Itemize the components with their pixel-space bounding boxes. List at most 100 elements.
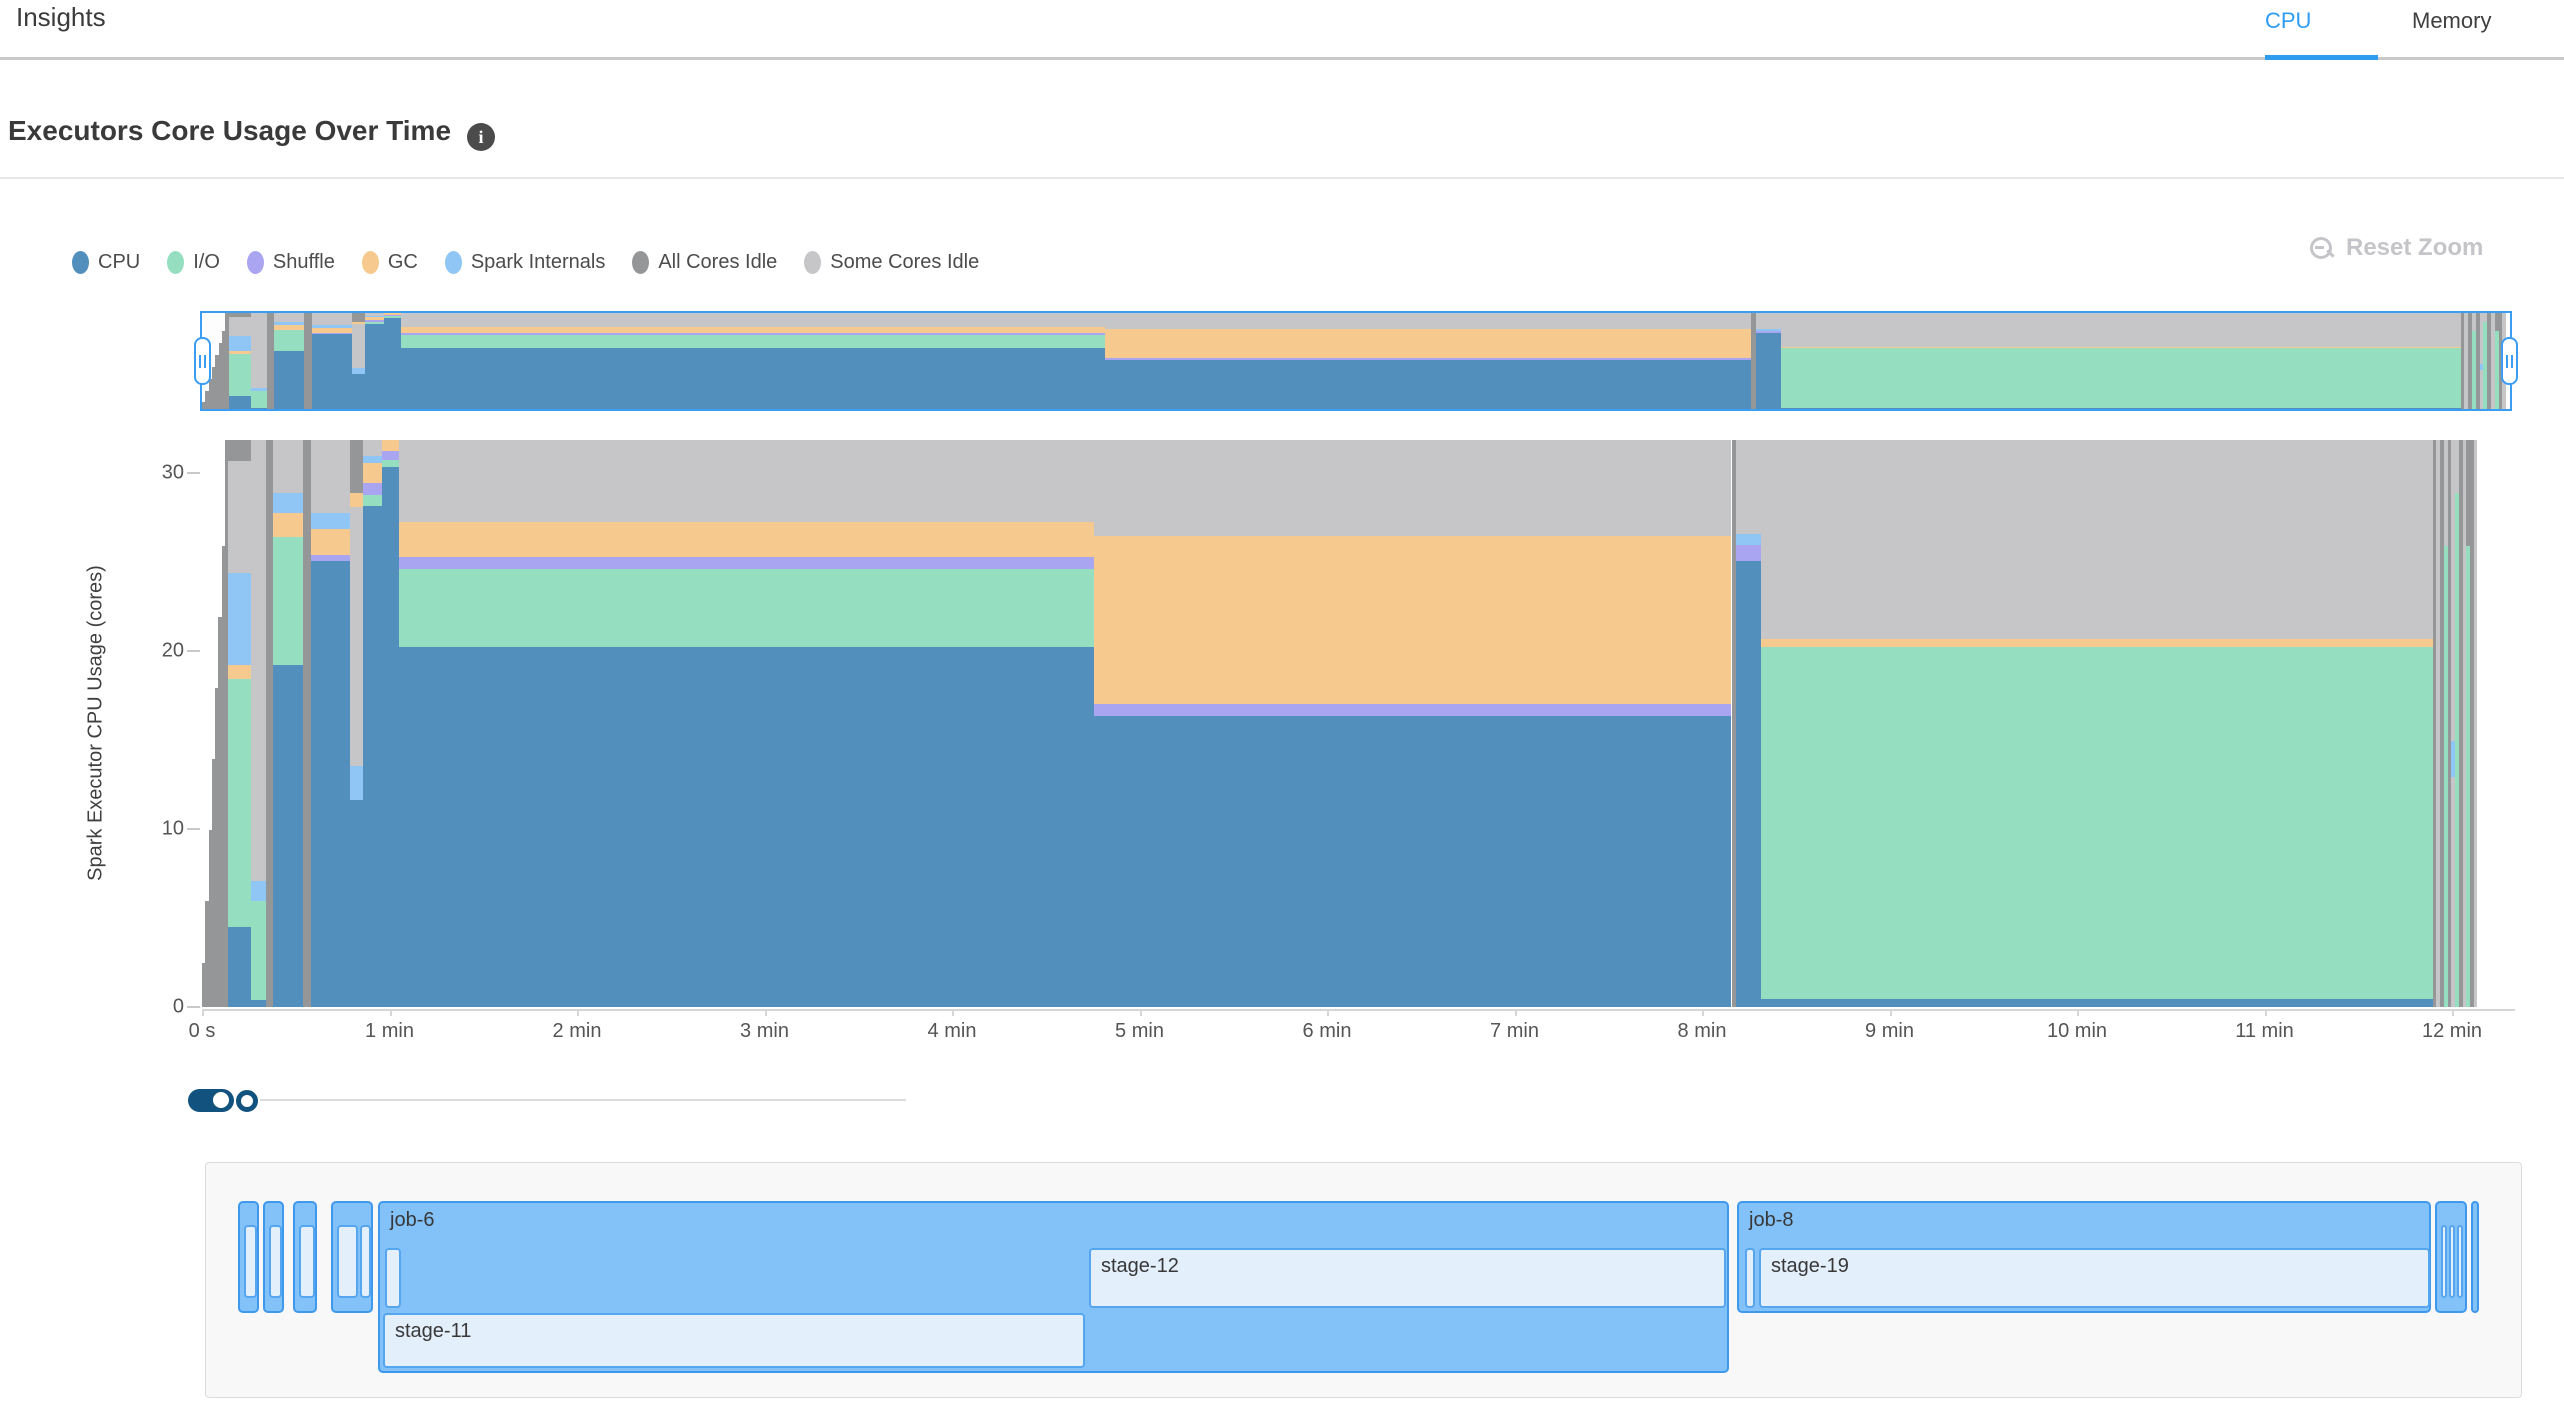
legend-item-gc: GC bbox=[362, 251, 418, 274]
chart-segment-some_idle bbox=[1756, 313, 1782, 329]
stage-block[interactable] bbox=[1745, 1248, 1755, 1308]
stage-block[interactable] bbox=[269, 1225, 282, 1298]
overview-brush-chart[interactable] bbox=[200, 311, 2512, 411]
scrubber-knob[interactable] bbox=[213, 1092, 229, 1108]
chart-segment-io bbox=[1781, 348, 2460, 408]
chart-segment-gc bbox=[352, 322, 365, 324]
chart-segment-cpu bbox=[1756, 333, 1782, 409]
stage-label: stage-11 bbox=[395, 1320, 471, 1343]
stage-block[interactable] bbox=[2449, 1225, 2455, 1298]
chart-segment-all_idle bbox=[303, 440, 310, 1007]
chart-segment-some_idle bbox=[365, 313, 384, 316]
job-block[interactable] bbox=[263, 1201, 284, 1313]
chart-segment-some_idle bbox=[2474, 440, 2478, 1007]
y-tick-mark bbox=[187, 650, 200, 652]
overview-plot bbox=[202, 313, 2510, 409]
chart-segment-some_idle bbox=[363, 440, 382, 456]
chart-segment-cpu bbox=[1105, 360, 1750, 409]
zoom-out-icon bbox=[2310, 237, 2332, 259]
chart-segment-cpu bbox=[350, 800, 363, 1007]
x-tick-mark bbox=[1702, 1011, 1704, 1016]
reset-zoom-button[interactable]: Reset Zoom bbox=[2310, 234, 2483, 262]
brush-handle-left[interactable] bbox=[194, 337, 211, 385]
y-tick-label: 0 bbox=[124, 996, 184, 1019]
chart-segment-all_idle bbox=[304, 313, 312, 409]
chart-segment-io bbox=[399, 569, 1094, 647]
chart-segment-gc bbox=[399, 522, 1094, 557]
internals-legend-dot-icon bbox=[445, 251, 462, 274]
job-block[interactable] bbox=[238, 1201, 259, 1313]
stage-block[interactable] bbox=[385, 1248, 401, 1308]
scrubber-handle[interactable] bbox=[236, 1090, 258, 1112]
chart-segment-gc bbox=[382, 440, 399, 451]
stage-block-stage-19[interactable]: stage-19 bbox=[1759, 1248, 2430, 1308]
job-block-job-6[interactable]: job-6stage-12stage-11 bbox=[378, 1201, 1729, 1373]
page-title: Insights bbox=[16, 2, 106, 33]
stage-block-stage-11[interactable]: stage-11 bbox=[383, 1313, 1085, 1368]
chart-segment-cpu bbox=[273, 665, 303, 1007]
info-icon[interactable]: i bbox=[467, 123, 495, 151]
job-block-job-8[interactable]: job-8stage-19 bbox=[1737, 1201, 2431, 1313]
chart-segment-some_idle bbox=[1094, 440, 1731, 536]
x-tick-mark bbox=[202, 1011, 204, 1016]
shuffle-legend-dot-icon bbox=[247, 251, 264, 274]
chart-segment-cpu bbox=[311, 561, 350, 1008]
x-tick-mark bbox=[2077, 1011, 2079, 1016]
x-tick-label: 5 min bbox=[1115, 1020, 1164, 1043]
job-block[interactable] bbox=[2435, 1201, 2467, 1313]
stage-block[interactable] bbox=[2457, 1225, 2463, 1298]
chart-segment-io bbox=[228, 679, 250, 927]
chart-segment-io bbox=[274, 330, 304, 352]
x-tick-label: 11 min bbox=[2235, 1020, 2294, 1043]
chart-segment-io bbox=[251, 901, 266, 1000]
chart-segment-some_idle bbox=[399, 440, 1094, 522]
stage-block[interactable] bbox=[360, 1225, 371, 1298]
stage-block[interactable] bbox=[299, 1225, 315, 1298]
y-tick-mark bbox=[187, 472, 200, 474]
chart-segment-shuffle bbox=[384, 315, 401, 317]
chart-segment-all_idle bbox=[229, 313, 252, 317]
tab-bar: CPU Memory bbox=[2255, 8, 2555, 52]
chart-segment-some_idle bbox=[251, 313, 266, 388]
y-axis-title: Spark Executor CPU Usage (cores) bbox=[85, 565, 108, 881]
chart-segment-cpu bbox=[352, 374, 365, 409]
chart-segment-shuffle bbox=[1094, 704, 1731, 716]
chart-segment-io bbox=[229, 354, 252, 396]
tab-cpu[interactable]: CPU bbox=[2265, 8, 2311, 34]
stage-block[interactable] bbox=[2441, 1225, 2447, 1298]
job-block[interactable] bbox=[2471, 1201, 2479, 1313]
chart-segment-some_idle bbox=[350, 507, 363, 766]
chart-segment-internals bbox=[352, 368, 365, 374]
job-block[interactable] bbox=[293, 1201, 317, 1313]
job-block[interactable] bbox=[331, 1201, 373, 1313]
chart-segment-gc bbox=[350, 493, 363, 507]
cpu-legend-dot-icon bbox=[72, 251, 89, 274]
chart-segment-io bbox=[251, 391, 266, 408]
jobs-stages-timeline: job-6stage-12stage-11job-8stage-19 bbox=[205, 1162, 2522, 1398]
chart-segment-some_idle bbox=[401, 313, 1105, 327]
section-divider bbox=[0, 177, 2564, 179]
legend-label: GC bbox=[388, 251, 418, 274]
chart-segment-internals bbox=[273, 493, 303, 512]
x-tick-label: 6 min bbox=[1303, 1020, 1352, 1043]
y-tick-mark bbox=[187, 1006, 200, 1008]
x-tick-mark bbox=[390, 1011, 392, 1016]
chart-segment-all_idle bbox=[350, 440, 363, 493]
chart-segment-some_idle bbox=[1761, 440, 2432, 639]
brush-handle-right[interactable] bbox=[2501, 337, 2518, 385]
chart-segment-gc bbox=[312, 328, 352, 333]
cpu-usage-area-chart[interactable] bbox=[202, 440, 2515, 1007]
stage-block[interactable] bbox=[244, 1225, 257, 1298]
legend-label: I/O bbox=[193, 251, 220, 274]
chart-segment-cpu bbox=[312, 333, 352, 409]
chart-segment-shuffle bbox=[363, 483, 382, 495]
chart-segment-cpu bbox=[382, 467, 399, 1007]
stage-block-stage-12[interactable]: stage-12 bbox=[1089, 1248, 1726, 1308]
x-tick-label: 0 s bbox=[189, 1020, 216, 1043]
chart-segment-shuffle bbox=[365, 320, 384, 322]
stage-block[interactable] bbox=[337, 1225, 358, 1298]
tab-memory[interactable]: Memory bbox=[2412, 8, 2491, 34]
scrubber-track bbox=[260, 1099, 906, 1101]
chart-segment-some_idle bbox=[312, 313, 352, 325]
chart-segment-shuffle bbox=[401, 333, 1105, 335]
